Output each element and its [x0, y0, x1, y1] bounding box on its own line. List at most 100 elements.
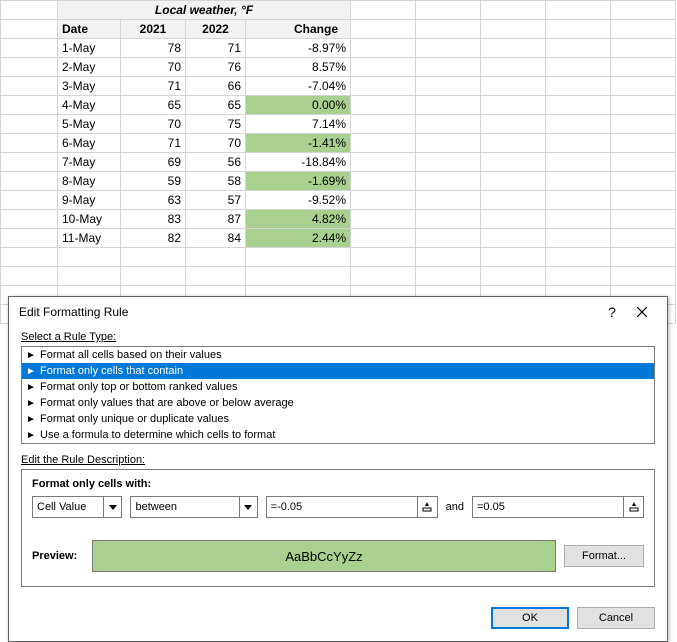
cell[interactable]: [481, 229, 546, 248]
cell[interactable]: [611, 115, 676, 134]
cell[interactable]: [1, 115, 58, 134]
date-cell[interactable]: 11-May: [58, 229, 121, 248]
cell[interactable]: [1, 1, 58, 20]
cell[interactable]: [481, 115, 546, 134]
cell[interactable]: [351, 77, 416, 96]
cell[interactable]: [611, 172, 676, 191]
change-cell[interactable]: -9.52%: [246, 191, 351, 210]
rule-type-list[interactable]: ►Format all cells based on their values ►…: [21, 346, 655, 444]
cell[interactable]: [351, 153, 416, 172]
cell[interactable]: [351, 267, 416, 286]
rule-type-item[interactable]: ►Format all cells based on their values: [22, 347, 654, 363]
cell[interactable]: [611, 153, 676, 172]
date-cell[interactable]: 5-May: [58, 115, 121, 134]
cell[interactable]: [481, 172, 546, 191]
cell[interactable]: [416, 191, 481, 210]
rule-type-item[interactable]: ►Format only values that are above or be…: [22, 395, 654, 411]
cell[interactable]: [416, 1, 481, 20]
cell[interactable]: [416, 267, 481, 286]
date-cell[interactable]: 6-May: [58, 134, 121, 153]
cell[interactable]: [611, 248, 676, 267]
cell[interactable]: [546, 134, 611, 153]
cell[interactable]: [1, 267, 58, 286]
cell[interactable]: [546, 229, 611, 248]
cell[interactable]: [416, 172, 481, 191]
cell[interactable]: [416, 210, 481, 229]
cell[interactable]: [58, 248, 121, 267]
cell[interactable]: [546, 172, 611, 191]
value-2022[interactable]: 84: [186, 229, 246, 248]
cell[interactable]: [121, 248, 186, 267]
value-2021[interactable]: 70: [121, 58, 186, 77]
change-cell[interactable]: 4.82%: [246, 210, 351, 229]
value-2021[interactable]: 71: [121, 134, 186, 153]
cell[interactable]: [416, 39, 481, 58]
cell[interactable]: [1, 58, 58, 77]
cell[interactable]: [546, 39, 611, 58]
cell[interactable]: [186, 248, 246, 267]
cell[interactable]: [416, 248, 481, 267]
cell[interactable]: [351, 1, 416, 20]
cell[interactable]: [481, 20, 546, 39]
cell[interactable]: [1, 153, 58, 172]
cell[interactable]: [481, 1, 546, 20]
rule-type-item[interactable]: ►Format only top or bottom ranked values: [22, 379, 654, 395]
cell[interactable]: [351, 191, 416, 210]
value1-input[interactable]: [266, 496, 438, 518]
value-2021[interactable]: 69: [121, 153, 186, 172]
cell[interactable]: [546, 267, 611, 286]
cell[interactable]: [416, 115, 481, 134]
date-cell[interactable]: 4-May: [58, 96, 121, 115]
change-cell[interactable]: 7.14%: [246, 115, 351, 134]
value-2021[interactable]: 83: [121, 210, 186, 229]
cell[interactable]: [1, 20, 58, 39]
cell[interactable]: [246, 267, 351, 286]
cell[interactable]: [58, 267, 121, 286]
cell[interactable]: [611, 134, 676, 153]
cell[interactable]: [546, 96, 611, 115]
date-cell[interactable]: 1-May: [58, 39, 121, 58]
value-2022[interactable]: 70: [186, 134, 246, 153]
cell[interactable]: [416, 96, 481, 115]
change-cell[interactable]: -1.69%: [246, 172, 351, 191]
cell[interactable]: [351, 39, 416, 58]
value-2022[interactable]: 66: [186, 77, 246, 96]
cell[interactable]: [546, 153, 611, 172]
operator-combo[interactable]: between: [130, 496, 257, 518]
cell[interactable]: [416, 229, 481, 248]
cell[interactable]: [481, 248, 546, 267]
value-2021[interactable]: 63: [121, 191, 186, 210]
cell[interactable]: [351, 229, 416, 248]
cell[interactable]: [611, 229, 676, 248]
cell[interactable]: [1, 248, 58, 267]
cell[interactable]: [481, 134, 546, 153]
cell[interactable]: [351, 134, 416, 153]
dialog-titlebar[interactable]: Edit Formatting Rule ?: [9, 297, 667, 327]
cell[interactable]: [1, 191, 58, 210]
cell[interactable]: [481, 267, 546, 286]
cell[interactable]: [351, 172, 416, 191]
value-2021[interactable]: 71: [121, 77, 186, 96]
cell[interactable]: [611, 210, 676, 229]
rule-type-item[interactable]: ►Format only unique or duplicate values: [22, 411, 654, 427]
cell[interactable]: [351, 96, 416, 115]
value-2021[interactable]: 65: [121, 96, 186, 115]
date-cell[interactable]: 7-May: [58, 153, 121, 172]
cell[interactable]: [481, 153, 546, 172]
change-cell[interactable]: 8.57%: [246, 58, 351, 77]
close-button[interactable]: [627, 304, 657, 320]
spreadsheet-grid[interactable]: Local weather, °FDate20212022Change1-May…: [0, 0, 676, 324]
cell[interactable]: [546, 115, 611, 134]
cell[interactable]: [1, 77, 58, 96]
rule-type-item[interactable]: ►Use a formula to determine which cells …: [22, 427, 654, 443]
cell[interactable]: [1, 210, 58, 229]
value-2022[interactable]: 56: [186, 153, 246, 172]
cell[interactable]: [611, 39, 676, 58]
cell[interactable]: [1, 39, 58, 58]
cell[interactable]: [416, 134, 481, 153]
cell[interactable]: [546, 58, 611, 77]
cell[interactable]: [481, 58, 546, 77]
cell[interactable]: [546, 210, 611, 229]
cell[interactable]: [611, 191, 676, 210]
collapse-dialog-icon[interactable]: [417, 497, 437, 517]
